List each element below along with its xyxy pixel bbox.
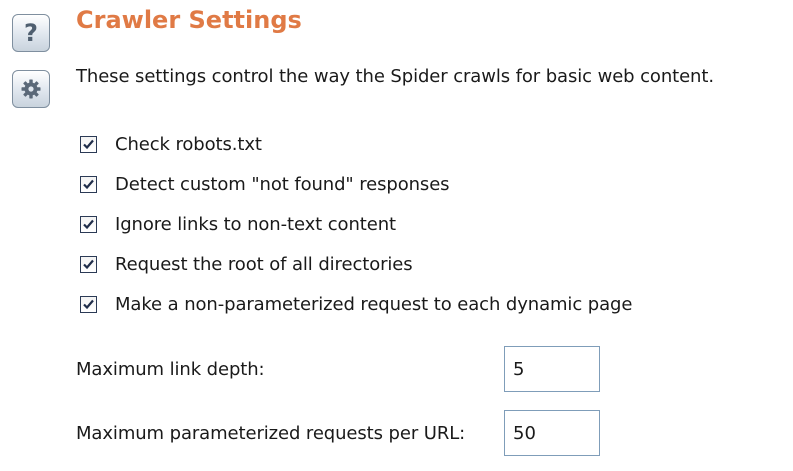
option-label: Ignore links to non-text content	[115, 213, 396, 235]
help-icon[interactable]: ?	[12, 14, 50, 52]
option-non-parameterized: Make a non-parameterized request to each…	[80, 284, 632, 324]
checkmark-icon	[83, 139, 94, 149]
checkmark-icon	[83, 179, 94, 189]
max-link-depth-label: Maximum link depth:	[76, 358, 265, 380]
max-link-depth-row: Maximum link depth:	[76, 346, 600, 392]
option-label: Detect custom "not found" responses	[115, 173, 450, 195]
option-label: Check robots.txt	[115, 133, 262, 155]
checkmark-icon	[83, 219, 94, 229]
max-param-requests-row: Maximum parameterized requests per URL:	[76, 410, 600, 456]
option-label: Request the root of all directories	[115, 253, 413, 275]
option-check-robots: Check robots.txt	[80, 124, 632, 164]
max-param-requests-input[interactable]	[504, 410, 600, 456]
checkmark-icon	[83, 299, 94, 309]
non-parameterized-checkbox[interactable]	[80, 295, 97, 313]
max-link-depth-input[interactable]	[504, 346, 600, 392]
ignore-non-text-checkbox[interactable]	[80, 215, 97, 233]
checkmark-icon	[83, 259, 94, 269]
gear-glyph	[21, 79, 41, 99]
option-detect-not-found: Detect custom "not found" responses	[80, 164, 632, 204]
option-label: Make a non-parameterized request to each…	[115, 293, 633, 315]
request-root-checkbox[interactable]	[80, 255, 97, 273]
check-robots-checkbox[interactable]	[80, 135, 97, 153]
max-param-requests-label: Maximum parameterized requests per URL:	[76, 422, 466, 444]
crawler-options-list: Check robots.txt Detect custom "not foun…	[80, 124, 632, 324]
option-request-root: Request the root of all directories	[80, 244, 632, 284]
option-ignore-non-text: Ignore links to non-text content	[80, 204, 632, 244]
section-description: These settings control the way the Spide…	[76, 66, 714, 87]
gear-icon[interactable]	[12, 70, 50, 108]
page-title: Crawler Settings	[76, 6, 302, 34]
detect-not-found-checkbox[interactable]	[80, 175, 97, 193]
help-glyph: ?	[24, 19, 38, 47]
